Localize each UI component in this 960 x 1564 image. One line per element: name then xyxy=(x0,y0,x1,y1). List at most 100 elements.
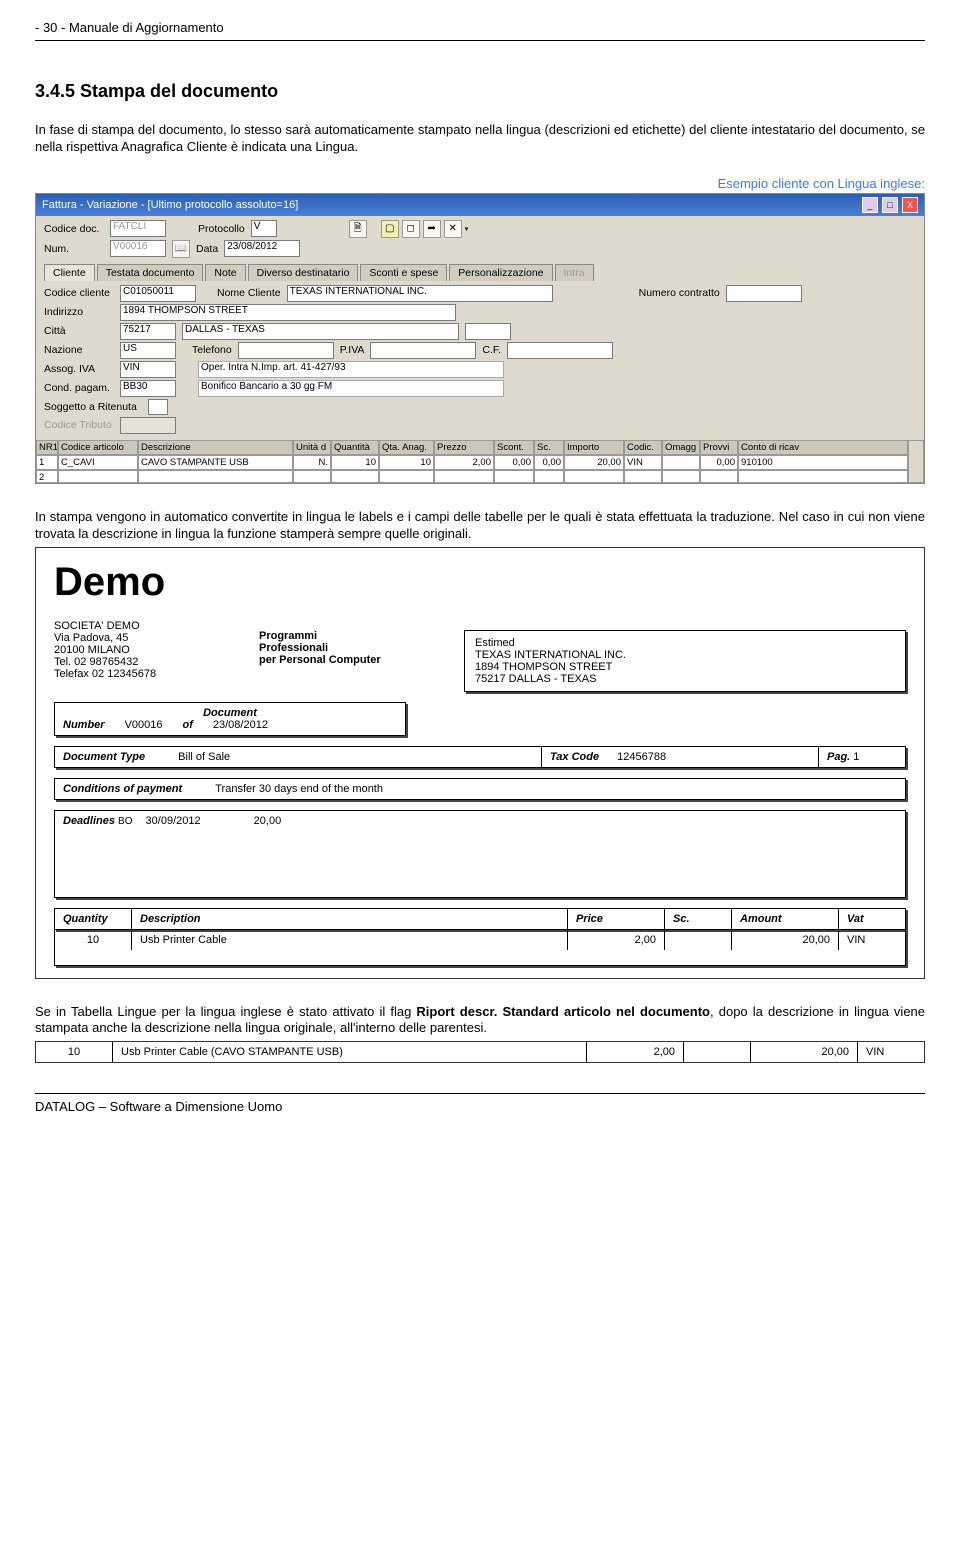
p3b: Riport descr. Standard articolo nel docu… xyxy=(416,1004,710,1019)
lbl-soggetto: Soggetto a Ritenuta xyxy=(44,401,142,413)
inp-citta[interactable]: DALLAS - TEXAS xyxy=(182,323,459,340)
paragraph-2: In stampa vengono in automatico converti… xyxy=(35,509,925,543)
c xyxy=(331,470,379,483)
h-vat: Vat xyxy=(839,909,905,929)
c: 2,00 xyxy=(434,455,494,470)
tab-pers[interactable]: Personalizzazione xyxy=(449,264,552,281)
inp-cap[interactable]: 75217 xyxy=(120,323,176,340)
inp-telefono[interactable] xyxy=(238,342,334,359)
company-fax: Telefax 02 12345678 xyxy=(54,668,234,680)
company-name: SOCIETA' DEMO xyxy=(54,620,234,632)
x-icon[interactable]: ✕ xyxy=(444,220,462,238)
i-amt: 20,00 xyxy=(732,930,839,950)
inp-nomecliente[interactable]: TEXAS INTERNATIONAL INC. xyxy=(287,285,553,302)
lbl-numcontratto: Numero contratto xyxy=(639,287,720,299)
i2-sc xyxy=(684,1042,751,1062)
h-unit: Unità d xyxy=(293,440,331,455)
demo-title: Demo xyxy=(54,560,906,605)
page-header: - 30 - Manuale di Aggiornamento xyxy=(35,20,925,35)
lbl-nomecliente: Nome Cliente xyxy=(217,287,281,299)
demo-document: Demo SOCIETA' DEMO Via Padova, 45 20100 … xyxy=(35,547,925,979)
item2-box: 10 Usb Printer Cable (CAVO STAMPANTE USB… xyxy=(35,1041,925,1063)
window-title: Fattura - Variazione - [Ultimo protocoll… xyxy=(42,199,298,211)
inp-num[interactable]: V00016 xyxy=(110,240,166,257)
i-vat: VIN xyxy=(839,930,905,950)
divider-bottom xyxy=(35,1093,925,1094)
note-icon[interactable]: ▢ xyxy=(381,220,399,238)
c xyxy=(379,470,434,483)
inp-condpagam[interactable]: BB30 xyxy=(120,380,176,397)
close-icon[interactable]: X xyxy=(902,197,918,213)
of-lbl: of xyxy=(183,719,193,731)
i2-vat: VIN xyxy=(858,1042,924,1062)
c: VIN xyxy=(624,455,662,470)
h-importo: Importo xyxy=(564,440,624,455)
tab-cliente[interactable]: Cliente xyxy=(44,264,95,281)
c xyxy=(534,470,564,483)
lbl-indirizzo: Indirizzo xyxy=(44,306,114,318)
company-city: 20100 MILANO xyxy=(54,644,234,656)
inp-cf[interactable] xyxy=(507,342,613,359)
lookup-icon[interactable]: 📖 xyxy=(172,240,190,258)
c: 10 xyxy=(379,455,434,470)
forward-icon[interactable]: ➦ xyxy=(423,220,441,238)
h-price: Price xyxy=(568,909,665,929)
i-price: 2,00 xyxy=(568,930,665,950)
tab-diverso[interactable]: Diverso destinatario xyxy=(248,264,359,281)
chk-soggetto[interactable] xyxy=(148,399,168,415)
item-row: 10 Usb Printer Cable 2,00 20,00 VIN xyxy=(54,930,906,966)
inp-indirizzo[interactable]: 1894 THOMPSON STREET xyxy=(120,304,456,321)
inp-codicedoc[interactable]: FATCLI xyxy=(110,220,166,237)
tab-note[interactable]: Note xyxy=(205,264,245,281)
client-l1: Estimed xyxy=(475,637,895,649)
inp-data[interactable]: 23/08/2012 xyxy=(224,240,300,257)
date-val: 23/08/2012 xyxy=(213,719,268,731)
h-desc: Descrizione xyxy=(138,440,293,455)
lbl-codtributo: Codice Tributo xyxy=(44,419,114,431)
inp-assog[interactable]: VIN xyxy=(120,361,176,378)
inp-codicecliente[interactable]: C01050011 xyxy=(120,285,196,302)
c: CAVO STAMPANTE USB xyxy=(138,455,293,470)
grid-row-1[interactable]: 1 C_CAVI CAVO STAMPANTE USB N. 10 10 2,0… xyxy=(36,455,908,470)
max-icon[interactable]: □ xyxy=(882,197,898,213)
scrollbar[interactable] xyxy=(908,440,924,483)
app-window: Fattura - Variazione - [Ultimo protocoll… xyxy=(35,193,925,484)
c xyxy=(138,470,293,483)
h-sc: Sc. xyxy=(665,909,732,929)
client-l4: 75217 DALLAS - TEXAS xyxy=(475,673,895,685)
dead-amt: 20,00 xyxy=(254,815,282,827)
lbl-num: Num. xyxy=(44,243,104,255)
tab-testata[interactable]: Testata documento xyxy=(97,264,204,281)
prog1: Programmi xyxy=(259,630,439,642)
grid-row-2[interactable]: 2 xyxy=(36,470,908,483)
titlebar: Fattura - Variazione - [Ultimo protocoll… xyxy=(36,194,924,216)
client-box: Estimed TEXAS INTERNATIONAL INC. 1894 TH… xyxy=(464,630,906,692)
doc-icon[interactable]: 🗎 xyxy=(349,220,367,238)
inp-protocollo[interactable]: V xyxy=(251,220,277,237)
inp-piva[interactable] xyxy=(370,342,476,359)
h-qty: Quantity xyxy=(55,909,132,929)
tab-intra[interactable]: Intra xyxy=(555,264,594,281)
inp-nazione[interactable]: US xyxy=(120,342,176,359)
dropdown-icon[interactable]: ▾ xyxy=(465,225,469,233)
c xyxy=(293,470,331,483)
doctype-lbl: Document Type xyxy=(63,751,145,763)
min-icon[interactable]: _ xyxy=(862,197,878,213)
lbl-codicedoc: Codice doc. xyxy=(44,223,104,235)
p3a: Se in Tabella Lingue per la lingua ingle… xyxy=(35,1004,416,1019)
i-desc: Usb Printer Cable xyxy=(132,930,568,950)
grid-header: NR1 Codice articolo Descrizione Unità d … xyxy=(36,440,908,455)
cond-row: Conditions of payment Transfer 30 days e… xyxy=(54,778,906,800)
c: 0,00 xyxy=(534,455,564,470)
inp-numcontratto[interactable] xyxy=(726,285,802,302)
c xyxy=(624,470,662,483)
tab-sconti[interactable]: Sconti e spese xyxy=(360,264,447,281)
h-qtaanag: Qta. Anag. xyxy=(379,440,434,455)
inp-prov[interactable] xyxy=(465,323,511,340)
c xyxy=(564,470,624,483)
grid: NR1 Codice articolo Descrizione Unità d … xyxy=(36,440,924,483)
lbl-citta: Città xyxy=(44,325,114,337)
section-title: 3.4.5 Stampa del documento xyxy=(35,81,925,102)
box-icon[interactable]: ◻ xyxy=(402,220,420,238)
h-provvi: Provvi xyxy=(700,440,738,455)
